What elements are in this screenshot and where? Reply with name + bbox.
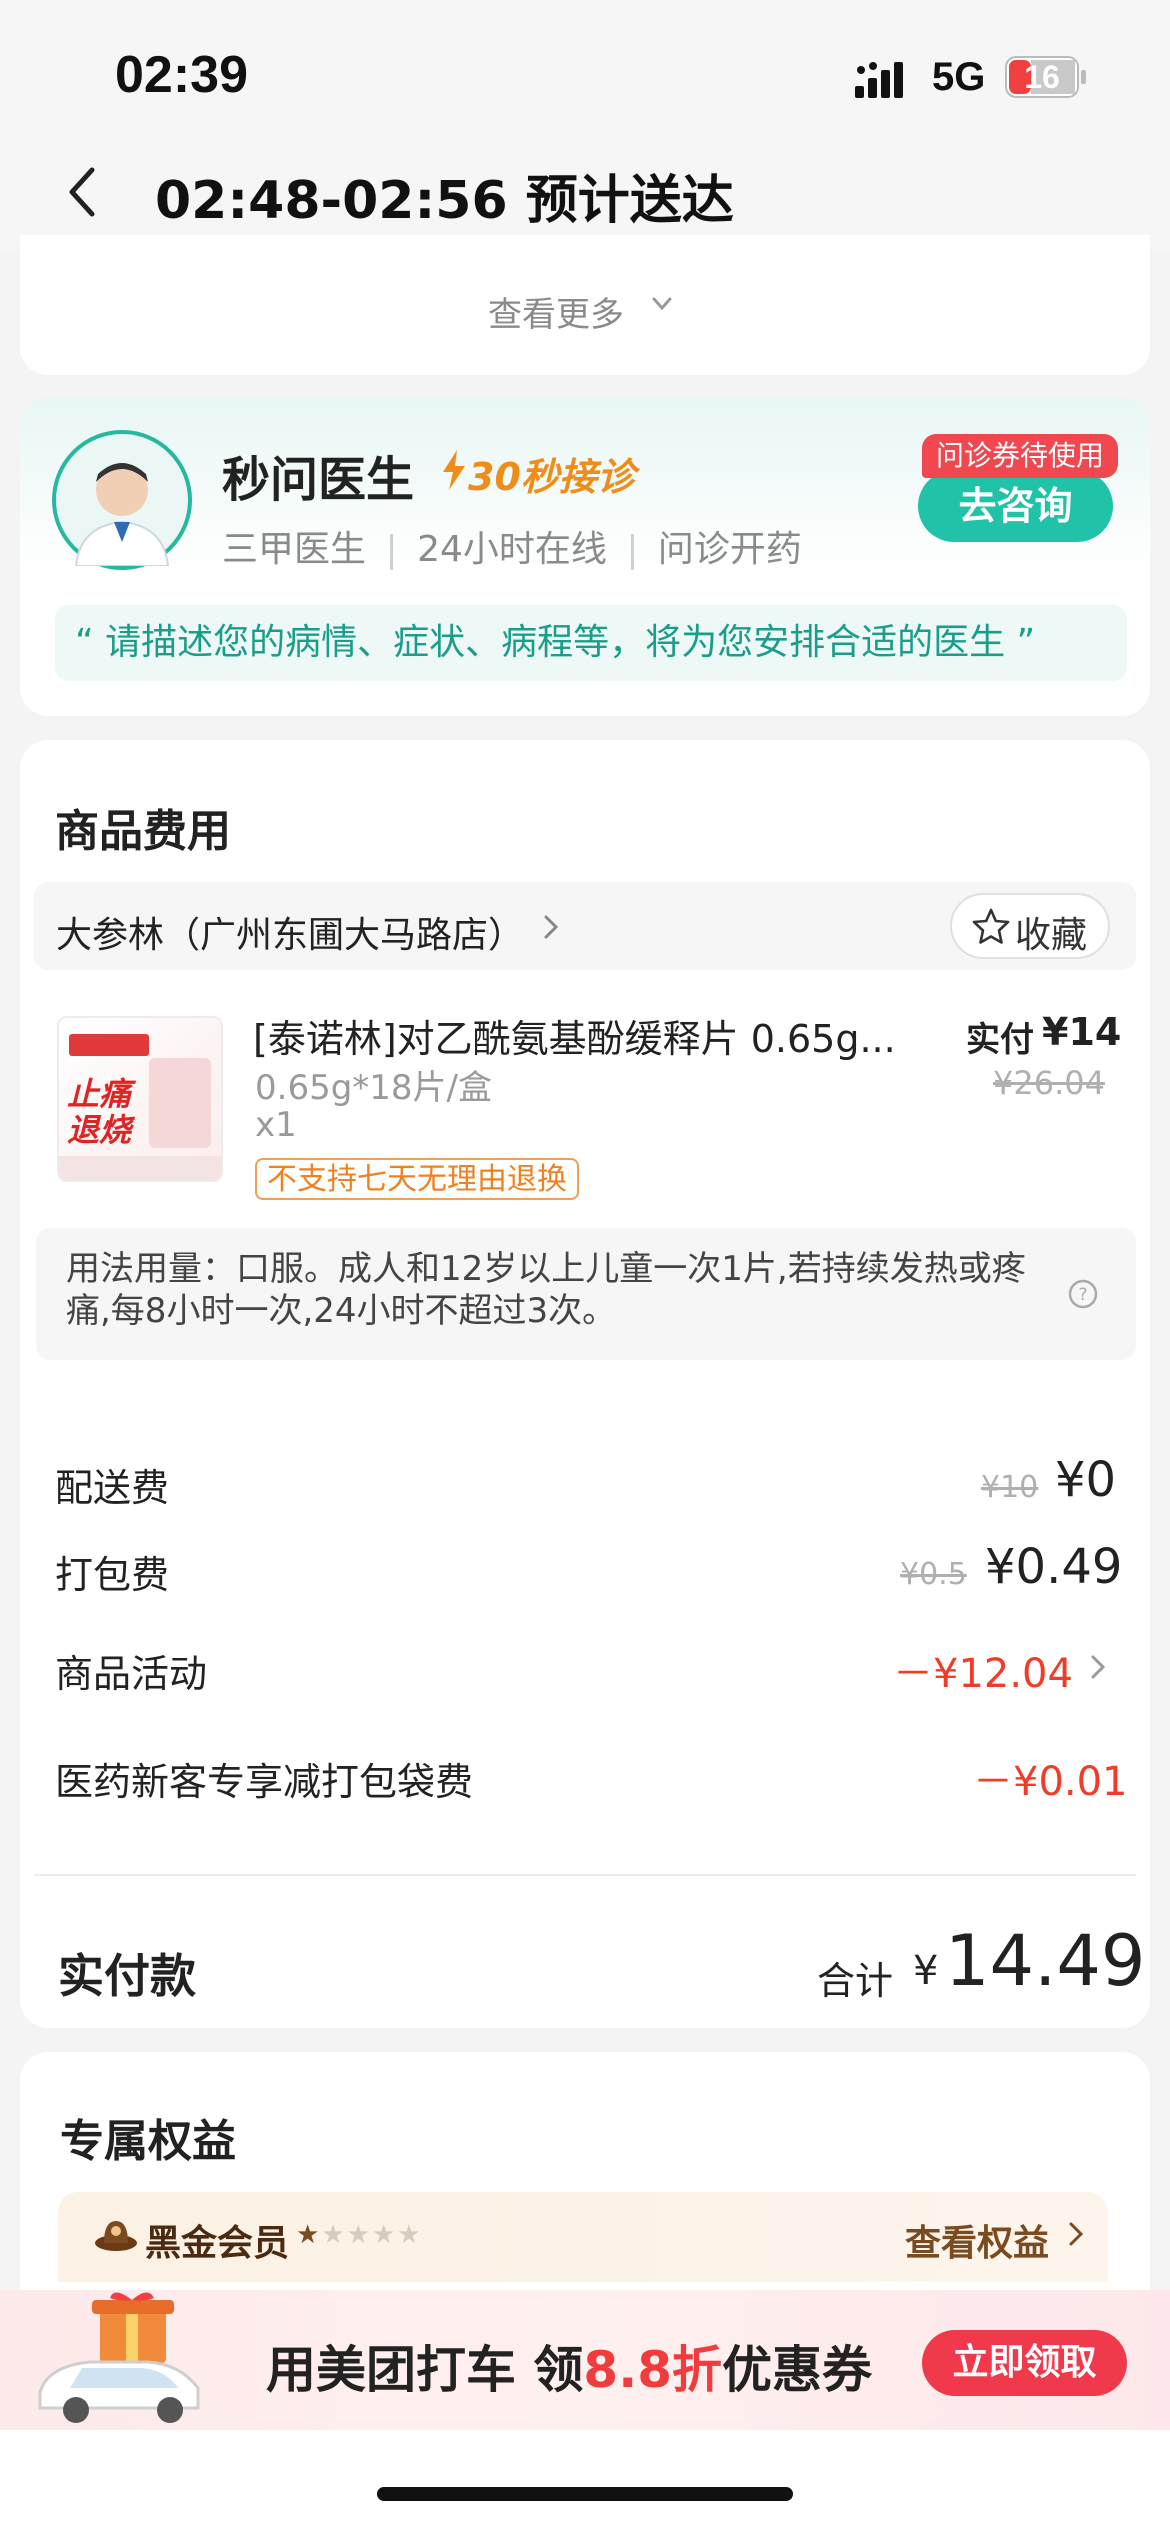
star-icon: [972, 908, 1010, 944]
promo-text-a: 用美团打车 领: [266, 2341, 584, 2399]
delivery-fee-value: ¥0: [1055, 1452, 1117, 1508]
chevron-down-icon: [652, 297, 672, 311]
member-stars: ★★★★★: [296, 2220, 423, 2250]
product-image[interactable]: 止痛退烧: [57, 1016, 223, 1182]
total-amount: 14.49: [945, 1920, 1146, 2002]
help-icon[interactable]: ?: [1067, 1278, 1099, 1310]
paid-amount-label: 实付款: [58, 1949, 196, 2003]
promo-text: 用美团打车 领8.8折优惠券: [266, 2330, 872, 2402]
benefits-title: 专属权益: [60, 2116, 236, 2167]
chevron-right-icon: [1069, 2222, 1083, 2246]
return-policy-tag: 不支持七天无理由退换: [255, 1158, 579, 1200]
battery-level: 16: [1024, 59, 1060, 95]
star-icon: ★: [346, 2220, 372, 2250]
activity-label: 商品活动: [55, 1652, 208, 1696]
doctor-attributes: 三甲医生 | 24小时在线 | 问诊开药: [222, 520, 802, 572]
usage-instructions: 用法用量：口服。成人和12岁以上儿童一次1片,若持续发热或疼痛,每8小时一次,2…: [66, 1249, 1026, 1331]
chevron-right-icon: [544, 915, 559, 939]
packing-fee-label: 打包费: [55, 1553, 170, 1597]
status-time: 02:39: [115, 46, 248, 104]
back-icon[interactable]: [62, 162, 102, 222]
doctor-service-name: 秒问医生: [222, 452, 415, 508]
view-benefits-link[interactable]: 查看权益: [905, 2214, 1049, 2266]
claim-coupon-button[interactable]: 立即领取: [922, 2330, 1127, 2396]
box-figure: [149, 1058, 211, 1148]
packing-fee-value: ¥0.49: [985, 1539, 1123, 1595]
delivery-fee-original: ¥10: [981, 1470, 1039, 1505]
product-quantity: x1: [255, 1105, 297, 1145]
lightning-icon: [443, 450, 465, 490]
see-more-button[interactable]: 查看更多: [488, 287, 624, 336]
delivery-fee-label: 配送费: [55, 1466, 170, 1510]
favorite-label[interactable]: 收藏: [1015, 906, 1087, 958]
car-gift-icon: [38, 2292, 200, 2423]
product-paid-label: 实付: [966, 1020, 1034, 1060]
product-image-text: 止痛退烧: [67, 1075, 132, 1149]
product-name[interactable]: [泰诺林]对乙酰氨基酚缓释片 0.65g...: [253, 1008, 953, 1063]
packing-fee-original: ¥0.5: [900, 1557, 967, 1592]
signal-icon: [855, 62, 903, 98]
star-icon: ★: [397, 2220, 423, 2250]
newcomer-discount-label: 医药新客专享减打包袋费: [55, 1760, 474, 1804]
member-tier-name: 黑金会员: [145, 2223, 290, 2264]
doctor-attr: 24小时在线: [417, 529, 607, 570]
network-type: 5G: [932, 55, 986, 99]
activity-discount[interactable]: －¥12.04: [893, 1641, 1073, 1699]
star-icon: ★: [371, 2220, 398, 2250]
star-icon: ★: [296, 2220, 322, 2250]
divider: [34, 1874, 1136, 1876]
promo-text-b: 优惠券: [722, 2341, 872, 2399]
home-area: [0, 2430, 1170, 2532]
box-stripe: [69, 1034, 149, 1056]
doctor-attr: 三甲医生: [222, 529, 367, 570]
doctor-attr: 问诊开药: [657, 529, 802, 570]
voucher-badge: 问诊券待使用: [922, 434, 1119, 478]
svg-text:?: ?: [1078, 1285, 1087, 1305]
separator: |: [385, 529, 398, 570]
doctor-portrait-icon: [74, 463, 170, 567]
home-indicator[interactable]: [377, 2487, 793, 2501]
doctor-speed-tag: 30秒接诊: [468, 455, 635, 499]
box-footer: [59, 1156, 221, 1180]
star-icon: ★: [321, 2220, 347, 2250]
separator: |: [626, 529, 639, 570]
total-currency: ¥: [913, 1948, 939, 1994]
store-name[interactable]: 大参林（广州东圃大马路店）: [56, 906, 524, 958]
symptom-prompt[interactable]: “ 请描述您的病情、症状、病程等，将为您安排合适的医生 ”: [55, 605, 1127, 681]
product-original-price: ¥26.04: [993, 1064, 1105, 1102]
newcomer-discount-value: －¥0.01: [973, 1759, 1128, 1805]
product-price: ¥14: [1042, 1010, 1122, 1054]
total-label: 合计: [817, 1959, 894, 2003]
product-spec: 0.65g*18片/盒: [255, 1068, 493, 1108]
page-title: 02:48-02:56 预计送达: [155, 171, 734, 231]
goods-section-title: 商品费用: [55, 806, 231, 857]
member-hat-icon: [95, 2221, 137, 2251]
consult-button[interactable]: 去咨询: [918, 470, 1113, 542]
doctor-avatar: [52, 430, 192, 570]
promo-highlight: 8.8折: [583, 2341, 722, 2399]
chevron-right-icon[interactable]: [1091, 1655, 1105, 1679]
